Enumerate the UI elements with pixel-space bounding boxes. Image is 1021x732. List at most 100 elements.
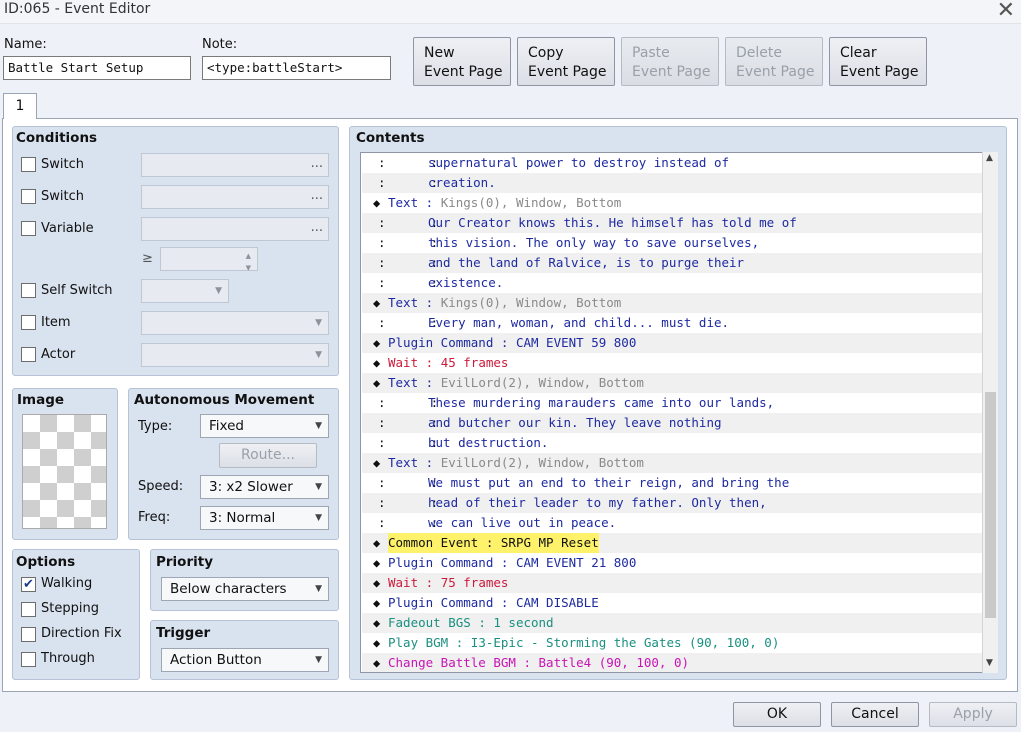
list-item[interactable]: : : creation. — [362, 173, 982, 193]
list-item[interactable]: : : Our Creator knows this. He himself ha… — [362, 213, 982, 233]
event-image-preview[interactable] — [22, 414, 107, 529]
close-icon[interactable]: ✕ — [997, 0, 1015, 23]
switch1-checkbox[interactable] — [21, 157, 36, 172]
ellipsis-icon: ... — [310, 220, 323, 235]
speed-value: 3: x2 Slower — [209, 479, 293, 495]
command-bullet-icon: ◆ — [373, 656, 381, 670]
self-switch-checkbox[interactable] — [21, 283, 36, 298]
actor-select[interactable]: ▼ — [141, 343, 329, 367]
speed-select[interactable]: 3: x2 Slower ▼ — [200, 475, 329, 499]
variable-select[interactable]: ... — [141, 217, 329, 241]
route-button[interactable]: Route... — [219, 443, 317, 468]
command-name: Common Event — [388, 535, 479, 550]
text-line: we can live out in peace. — [428, 515, 617, 530]
list-item[interactable]: ◆ Wait : 45 frames — [362, 353, 982, 373]
list-item[interactable]: ◆ Play BGM : I3-Epic - Storming the Gates… — [362, 633, 982, 653]
variable-checkbox[interactable] — [21, 221, 36, 236]
list-item[interactable]: : : supernatural power to destroy instead… — [362, 153, 982, 173]
note-field[interactable]: <type:battleStart> — [202, 56, 391, 80]
text-line: We must put an end to their reign, and b… — [428, 475, 790, 490]
command-separator: : — [470, 615, 494, 630]
list-item[interactable]: ◆ Text : Kings(0), Window, Bottom — [362, 193, 982, 213]
list-item[interactable]: ◆ Text : Kings(0), Window, Bottom — [362, 293, 982, 313]
event-command-list[interactable]: : : supernatural power to destroy instead… — [360, 152, 998, 673]
list-item[interactable]: : : we can live out in peace. — [362, 513, 982, 533]
paste-event-page-button[interactable]: Paste Event Page — [621, 37, 719, 86]
command-bullet-icon: ◆ — [373, 296, 381, 310]
list-item[interactable]: : : this vision. The only way to save our… — [362, 233, 982, 253]
copy-event-page-button[interactable]: Copy Event Page — [517, 37, 615, 86]
self-switch-label: Self Switch — [41, 283, 113, 298]
list-item[interactable]: : : and the land of Ralvice, is to purge … — [362, 253, 982, 273]
name-field[interactable]: Battle Start Setup — [3, 56, 191, 80]
freq-select[interactable]: 3: Normal ▼ — [200, 506, 329, 530]
scroll-down-icon[interactable]: ▼ — [986, 658, 993, 668]
list-item[interactable]: ◆ Plugin Command : CAM DISABLE — [362, 593, 982, 613]
cancel-button[interactable]: Cancel — [831, 702, 919, 727]
switch1-select[interactable]: ... — [141, 153, 329, 177]
chevron-down-icon: ▼ — [315, 584, 322, 594]
window-title: ID:065 - Event Editor — [4, 1, 151, 17]
command-name: Text — [388, 455, 419, 470]
list-item[interactable]: : : Every man, woman, and child... must d… — [362, 313, 982, 333]
switch2-checkbox[interactable] — [21, 189, 36, 204]
list-item[interactable]: ◆ Wait : 75 frames — [362, 573, 982, 593]
ok-button[interactable]: OK — [733, 702, 821, 727]
command-args: CAM EVENT 21 800 — [515, 555, 637, 570]
command-text: Change Battle BGM : Battle4 (90, 100, 0) — [388, 653, 689, 672]
self-switch-select[interactable]: ▼ — [141, 279, 229, 303]
list-item[interactable]: ◆ Plugin Command : CAM EVENT 21 800 — [362, 553, 982, 573]
command-args: CAM DISABLE — [515, 595, 599, 610]
movement-type-select[interactable]: Fixed ▼ — [200, 414, 329, 438]
direction-fix-checkbox[interactable] — [21, 627, 36, 642]
new-event-page-button[interactable]: New Event Page — [413, 37, 511, 86]
through-checkbox[interactable] — [21, 652, 36, 667]
button-line2: Event Page — [424, 64, 503, 80]
freq-value: 3: Normal — [209, 510, 276, 526]
switch2-select[interactable]: ... — [141, 185, 329, 209]
trigger-select[interactable]: Action Button ▼ — [161, 648, 329, 672]
list-item[interactable]: : : These murdering marauders came into o… — [362, 393, 982, 413]
text-line: supernatural power to destroy instead of — [428, 155, 730, 170]
list-item[interactable]: : : but destruction. — [362, 433, 982, 453]
command-bullet-icon: ◆ — [373, 636, 381, 650]
item-label: Item — [41, 315, 71, 330]
scroll-up-icon[interactable]: ▲ — [986, 153, 993, 163]
actor-checkbox[interactable] — [21, 347, 36, 362]
list-item[interactable]: ◆ Text : EvilLord(2), Window, Bottom — [362, 373, 982, 393]
button-line1: Clear — [840, 45, 877, 61]
variable-value-stepper[interactable]: ▲ ▼ — [160, 247, 258, 272]
apply-button[interactable]: Apply — [929, 702, 1017, 727]
list-item[interactable]: ◆ Text : EvilLord(2), Window, Bottom — [362, 453, 982, 473]
stepper-down-icon[interactable]: ▼ — [246, 257, 251, 279]
command-name: Plugin Command — [388, 555, 494, 570]
contents-scrollbar[interactable]: ▲ ▼ — [982, 152, 998, 673]
delete-event-page-button[interactable]: Delete Event Page — [725, 37, 823, 86]
command-args: SRPG MP Reset — [500, 535, 599, 550]
item-select[interactable]: ▼ — [141, 311, 329, 335]
scrollbar-thumb[interactable] — [985, 392, 996, 618]
chevron-down-icon: ▼ — [315, 482, 322, 492]
clear-event-page-button[interactable]: Clear Event Page — [829, 37, 927, 86]
priority-select[interactable]: Below characters ▼ — [161, 577, 329, 601]
stepping-checkbox[interactable] — [21, 602, 36, 617]
list-item[interactable]: ◆ Common Event : SRPG MP Reset — [362, 533, 982, 553]
list-item[interactable]: ◆ Change Battle BGM : Battle4 (90, 100, 0… — [362, 653, 982, 672]
command-separator: : — [418, 455, 441, 470]
list-item[interactable]: : : We must put an end to their reign, an… — [362, 473, 982, 493]
ellipsis-icon: ... — [310, 188, 323, 203]
list-item[interactable]: : : and butcher our kin. They leave nothi… — [362, 413, 982, 433]
command-separator: : — [493, 555, 516, 570]
walking-checkbox[interactable]: ✔ — [21, 577, 36, 592]
list-item[interactable]: ◆ Fadeout BGS : 1 second — [362, 613, 982, 633]
text-line: Every man, woman, and child... must die. — [428, 315, 730, 330]
list-item[interactable]: : : existence. — [362, 273, 982, 293]
item-checkbox[interactable] — [21, 315, 36, 330]
list-item[interactable]: : : head of their leader to my father. On… — [362, 493, 982, 513]
direction-fix-label: Direction Fix — [41, 626, 122, 641]
image-title: Image — [17, 392, 65, 408]
tab-page-1[interactable]: 1 — [3, 93, 37, 119]
gte-icon: ≥ — [142, 251, 153, 266]
command-text: Text : Kings(0), Window, Bottom — [388, 293, 621, 313]
list-item[interactable]: ◆ Plugin Command : CAM EVENT 59 800 — [362, 333, 982, 353]
